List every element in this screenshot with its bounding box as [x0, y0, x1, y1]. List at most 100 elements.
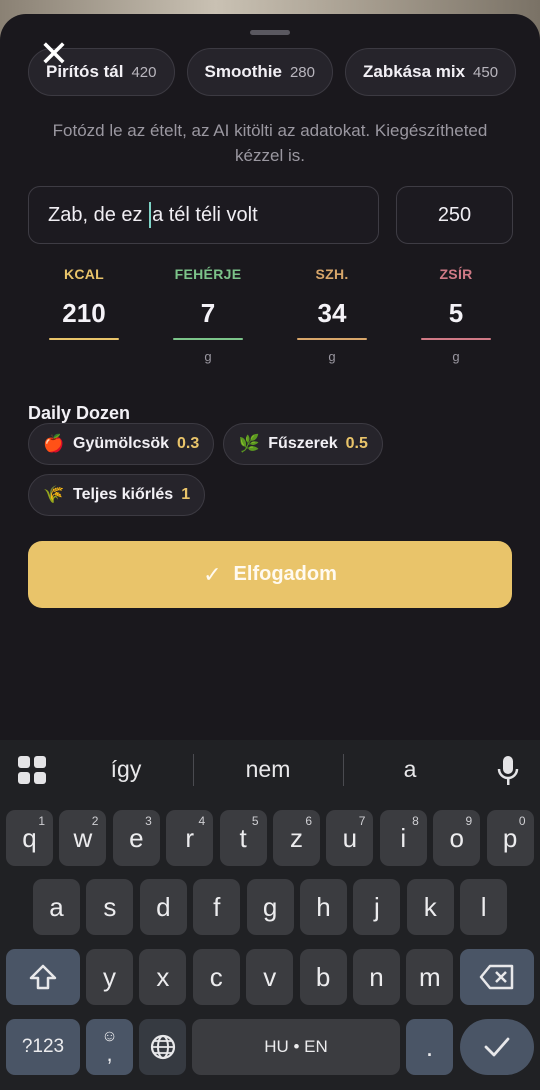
daily-dozen-chip[interactable]: 🌾 Teljes kiőrlés 1 — [28, 474, 206, 516]
space-key[interactable]: HU • EN — [192, 1019, 400, 1075]
globe-icon — [150, 1034, 175, 1060]
key-o[interactable]: o9 — [433, 810, 481, 866]
apps-grid-icon[interactable] — [18, 756, 46, 784]
shift-key[interactable] — [6, 949, 80, 1005]
chip-name: Gyümölcsök — [73, 435, 170, 452]
key-y[interactable]: y — [86, 949, 133, 1005]
microphone-icon[interactable] — [496, 754, 520, 788]
accept-label: Elfogadom — [233, 563, 337, 585]
key-secondary: 5 — [251, 814, 259, 828]
suggestion-item[interactable]: így — [66, 756, 186, 783]
emoji-comma-wrap: ☺, — [101, 1029, 117, 1065]
key-c[interactable]: c — [192, 949, 240, 1005]
key-n[interactable]: n — [353, 949, 400, 1005]
key-h[interactable]: h — [300, 879, 347, 935]
food-text-before: Zab, de ez — [48, 203, 149, 226]
preset-chip[interactable]: Zabkása mix 450 — [344, 48, 517, 96]
macro-underline — [297, 338, 367, 340]
key-t[interactable]: t5 — [219, 810, 267, 866]
chip-value: 1 — [181, 486, 191, 503]
preset-name: Smoothie — [204, 62, 282, 81]
key-label: q — [22, 822, 37, 853]
suggestion-item[interactable]: nem — [208, 756, 328, 783]
key-label: k — [423, 891, 437, 922]
key-r[interactable]: r4 — [166, 810, 214, 866]
key-label: a — [49, 891, 64, 922]
key-label: h — [316, 891, 331, 922]
macro-kcal[interactable]: KCAL 210 — [39, 266, 129, 365]
macro-carbs[interactable]: SZH. 34 g — [287, 266, 377, 365]
key-a[interactable]: a — [33, 879, 80, 935]
chip-value: 0.5 — [345, 435, 368, 452]
enter-key[interactable] — [460, 1019, 534, 1075]
suggestion-item[interactable]: a — [350, 756, 470, 783]
food-name-input[interactable]: Zab, de ez a tél téli volt — [28, 186, 379, 244]
key-x[interactable]: x — [139, 949, 187, 1005]
apple-icon: 🍎 — [43, 434, 65, 453]
key-label: z — [290, 822, 303, 853]
close-icon[interactable]: ✕ — [38, 36, 70, 72]
daily-dozen-title: Daily Dozen — [28, 403, 131, 423]
key-label: c — [209, 961, 223, 992]
key-label: s — [103, 891, 117, 922]
key-label: t — [239, 822, 247, 853]
key-j[interactable]: j — [353, 879, 401, 935]
backspace-key[interactable] — [460, 949, 534, 1005]
key-label: f — [213, 891, 221, 922]
herb-icon: 🌿 — [238, 434, 260, 453]
key-f[interactable]: f — [193, 879, 241, 935]
preset-chip[interactable]: Smoothie 280 — [186, 48, 333, 96]
key-e[interactable]: e3 — [112, 810, 160, 866]
daily-dozen-chip[interactable]: 🍎 Gyümölcsök 0.3 — [28, 423, 215, 465]
daily-dozen-chip[interactable]: 🌿 Fűszerek 0.5 — [223, 423, 383, 465]
key-label: i — [400, 822, 407, 853]
key-u[interactable]: u7 — [326, 810, 374, 866]
shift-icon — [29, 964, 57, 990]
macro-underline — [173, 338, 243, 340]
key-k[interactable]: k — [406, 879, 454, 935]
emoji-comma-key[interactable]: ☺, — [86, 1019, 133, 1075]
wheat-icon: 🌾 — [43, 485, 65, 504]
symbols-key[interactable]: ?123 — [6, 1019, 80, 1075]
suggestion-bar: így nem a — [0, 740, 540, 800]
key-secondary: 9 — [465, 814, 473, 828]
key-s[interactable]: s — [86, 879, 134, 935]
macro-protein[interactable]: FEHÉRJE 7 g — [163, 266, 253, 365]
key-d[interactable]: d — [139, 879, 187, 935]
period-key[interactable]: . — [406, 1019, 453, 1075]
macro-value: 7 — [200, 298, 216, 328]
suggestion-divider — [343, 754, 344, 786]
key-label: r — [185, 822, 195, 853]
key-g[interactable]: g — [246, 879, 294, 935]
key-q[interactable]: q1 — [6, 810, 53, 866]
accept-button[interactable]: ✓ Elfogadom — [28, 541, 512, 608]
key-i[interactable]: i8 — [379, 810, 427, 866]
key-p[interactable]: p0 — [486, 810, 534, 866]
macro-value: 210 — [62, 298, 106, 328]
macro-fat[interactable]: ZSÍR 5 g — [411, 266, 501, 365]
key-label: p — [502, 822, 518, 853]
daily-dozen-chips: 🍎 Gyümölcsök 0.3 🌿 Fűszerek 0.5 🌾 Teljes… — [28, 423, 508, 516]
key-z[interactable]: z6 — [273, 810, 320, 866]
key-secondary: 8 — [412, 814, 419, 828]
preset-kcal: 420 — [131, 63, 157, 81]
macro-unit: g — [204, 349, 212, 364]
grams-input[interactable]: 250 — [396, 186, 513, 244]
drag-handle[interactable] — [250, 30, 290, 35]
key-label: v — [263, 961, 277, 992]
key-m[interactable]: m — [406, 949, 454, 1005]
key-label: e — [129, 822, 144, 853]
key-l[interactable]: l — [460, 879, 508, 935]
key-secondary: 1 — [38, 814, 45, 828]
comma-label: , — [106, 1041, 113, 1066]
key-secondary: 3 — [145, 814, 152, 828]
key-v[interactable]: v — [246, 949, 294, 1005]
food-text-after: a tél téli volt — [152, 203, 258, 226]
language-key[interactable] — [139, 1019, 186, 1075]
preset-name: Zabkása mix — [362, 62, 466, 81]
key-label: m — [419, 961, 441, 992]
key-b[interactable]: b — [299, 949, 347, 1005]
keyboard: így nem a q1w2e3r4t5z6u7i8o9p0asdfghjkly… — [0, 740, 540, 1090]
macro-label: ZSÍR — [439, 266, 473, 282]
key-w[interactable]: w2 — [59, 810, 107, 866]
